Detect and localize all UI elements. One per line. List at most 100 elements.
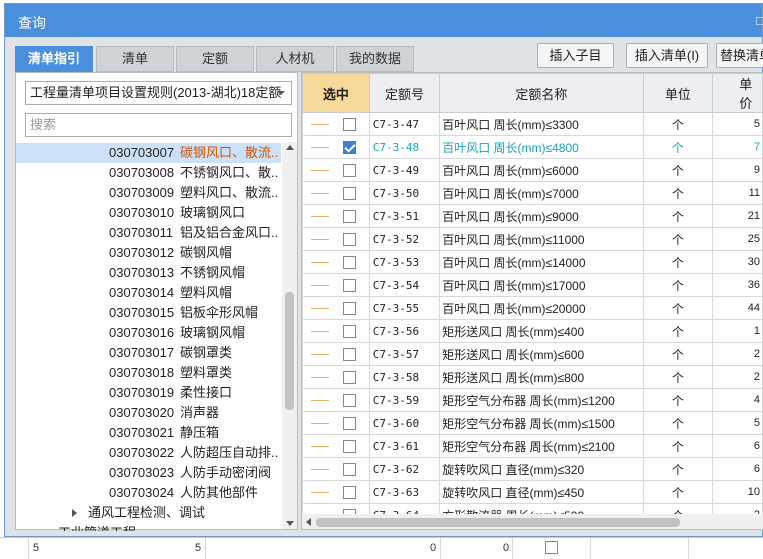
bg-checkbox[interactable] xyxy=(545,541,558,554)
select-cell[interactable] xyxy=(329,135,370,159)
scroll-up-icon[interactable] xyxy=(286,145,294,150)
tab-quota[interactable]: 定额 xyxy=(176,46,254,72)
select-cell[interactable] xyxy=(329,112,370,136)
insert-list-button[interactable]: 插入清单(I) xyxy=(626,43,708,68)
select-cell[interactable] xyxy=(329,411,370,435)
select-checkbox[interactable] xyxy=(342,302,356,316)
tree-item[interactable]: 030703010 玻璃钢风口 xyxy=(16,203,281,223)
title-bar[interactable]: 查询 □ xyxy=(5,4,763,37)
select-cell[interactable] xyxy=(329,181,370,205)
table-row[interactable]: C7-3-50 百叶风口 周长(mm)≤7000 个 11 xyxy=(302,181,763,205)
replace-list-button[interactable]: 替换清单 xyxy=(716,43,763,68)
select-checkbox[interactable] xyxy=(342,348,356,362)
search-input[interactable]: 搜索 xyxy=(25,113,292,137)
tab-list[interactable]: 清单 xyxy=(96,46,174,72)
tab-list-guide[interactable]: 清单指引 xyxy=(15,46,93,72)
tree-scrollbar[interactable] xyxy=(282,142,297,529)
select-cell[interactable] xyxy=(329,342,370,366)
header-select[interactable]: 选中 xyxy=(302,73,370,113)
tree-item[interactable]: 030703007 碳钢风口、散流... xyxy=(16,143,281,163)
tab-my-data[interactable]: 我的数据 xyxy=(336,46,414,72)
tree-item[interactable]: 030703013 不锈钢风帽 xyxy=(16,263,281,283)
rule-select[interactable]: 工程量清单项目设置规则(2013-湖北)18定额 xyxy=(25,81,292,105)
tab-labor-material[interactable]: 人材机 xyxy=(256,46,334,72)
select-cell[interactable] xyxy=(329,273,370,297)
table-row[interactable]: C7-3-58 矩形送风口 周长(mm)≤800 个 2 xyxy=(302,365,763,389)
table-hscrollbar[interactable] xyxy=(302,514,763,529)
table-row[interactable]: C7-3-53 百叶风口 周长(mm)≤14000 个 30 xyxy=(302,250,763,274)
table-row[interactable]: C7-3-48 百叶风口 周长(mm)≤4800 个 7 xyxy=(302,135,763,159)
select-checkbox[interactable] xyxy=(342,233,356,247)
quota-unit: 个 xyxy=(642,181,714,205)
table-row[interactable]: C7-3-49 百叶风口 周长(mm)≤6000 个 9 xyxy=(302,158,763,182)
header-unit[interactable]: 单位 xyxy=(642,73,714,113)
select-checkbox[interactable] xyxy=(342,164,356,178)
tree-item[interactable]: 030703018 塑料罩类 xyxy=(16,363,281,383)
insert-child-button[interactable]: 插入子目 xyxy=(537,43,614,68)
select-checkbox[interactable] xyxy=(342,394,356,408)
table-row[interactable]: C7-3-47 百叶风口 周长(mm)≤3300 个 5 xyxy=(302,112,763,136)
select-checkbox[interactable] xyxy=(342,187,356,201)
table-row[interactable]: C7-3-57 矩形送风口 周长(mm)≤600 个 2 xyxy=(302,342,763,366)
maximize-icon[interactable]: □ xyxy=(756,13,763,28)
table-row[interactable]: C7-3-54 百叶风口 周长(mm)≤17000 个 36 xyxy=(302,273,763,297)
expand-arrow-icon[interactable] xyxy=(72,509,77,517)
tree-item[interactable]: 030703015 铝板伞形风帽 xyxy=(16,303,281,323)
header-price[interactable]: 单价 xyxy=(712,73,763,113)
select-checkbox[interactable] xyxy=(342,141,356,155)
select-checkbox[interactable] xyxy=(342,463,356,477)
tree-item[interactable]: 030703024 人防其他部件 xyxy=(16,483,281,503)
header-name[interactable]: 定额名称 xyxy=(439,73,644,113)
select-checkbox[interactable] xyxy=(342,210,356,224)
select-checkbox[interactable] xyxy=(342,118,356,132)
select-cell[interactable] xyxy=(329,227,370,251)
select-checkbox[interactable] xyxy=(342,440,356,454)
select-checkbox[interactable] xyxy=(342,325,356,339)
header-code[interactable]: 定额号 xyxy=(368,73,441,113)
select-checkbox[interactable] xyxy=(342,371,356,385)
table-row[interactable]: C7-3-62 旋转吹风口 直径(mm)≤320 个 6 xyxy=(302,457,763,481)
table-row[interactable]: C7-3-61 矩形空气分布器 周长(mm)≤2100 个 6 xyxy=(302,434,763,458)
select-cell[interactable] xyxy=(329,250,370,274)
table-row[interactable]: C7-3-52 百叶风口 周长(mm)≤11000 个 25 xyxy=(302,227,763,251)
chevron-down-icon[interactable] xyxy=(277,91,285,95)
select-checkbox[interactable] xyxy=(342,417,356,431)
select-checkbox[interactable] xyxy=(342,256,356,270)
tree-item[interactable]: 030703012 碳钢风帽 xyxy=(16,243,281,263)
scroll-thumb[interactable] xyxy=(285,292,294,410)
select-cell[interactable] xyxy=(329,296,370,320)
hscroll-thumb[interactable] xyxy=(316,518,680,527)
select-cell[interactable] xyxy=(329,388,370,412)
tree-item[interactable]: 030703020 消声器 xyxy=(16,403,281,423)
tree-item[interactable]: 030703023 人防手动密闭阀 xyxy=(16,463,281,483)
tree-item[interactable]: 030703009 塑料风口、散流... xyxy=(16,183,281,203)
select-cell[interactable] xyxy=(329,457,370,481)
table-row[interactable]: C7-3-55 百叶风口 周长(mm)≤20000 个 44 xyxy=(302,296,763,320)
quota-name: 矩形空气分布器 周长(mm)≤1500 xyxy=(439,411,644,435)
table-row[interactable]: C7-3-59 矩形空气分布器 周长(mm)≤1200 个 4 xyxy=(302,388,763,412)
table-row[interactable]: C7-3-51 百叶风口 周长(mm)≤9000 个 21 xyxy=(302,204,763,228)
tree-item[interactable]: 030703008 不锈钢风口、散... xyxy=(16,163,281,183)
select-cell[interactable] xyxy=(329,204,370,228)
tree-item[interactable]: 030703014 塑料风帽 xyxy=(16,283,281,303)
tree-item-parent[interactable]: 通风工程检测、调试 xyxy=(16,503,281,523)
tree-item-parent[interactable]: 工业管道工程 xyxy=(16,523,281,531)
select-cell[interactable] xyxy=(329,480,370,504)
select-checkbox[interactable] xyxy=(342,486,356,500)
table-row[interactable]: C7-3-60 矩形空气分布器 周长(mm)≤1500 个 5 xyxy=(302,411,763,435)
select-cell[interactable] xyxy=(329,158,370,182)
select-cell[interactable] xyxy=(329,434,370,458)
scroll-left-icon[interactable] xyxy=(306,518,311,526)
select-checkbox[interactable] xyxy=(342,279,356,293)
scroll-down-icon[interactable] xyxy=(286,521,294,526)
tree-item[interactable]: 030703017 碳钢罩类 xyxy=(16,343,281,363)
tree-item[interactable]: 030703022 人防超压自动排... xyxy=(16,443,281,463)
table-row[interactable]: C7-3-56 矩形送风口 周长(mm)≤400 个 1 xyxy=(302,319,763,343)
tree-item[interactable]: 030703016 玻璃钢风帽 xyxy=(16,323,281,343)
select-cell[interactable] xyxy=(329,365,370,389)
table-row[interactable]: C7-3-63 旋转吹风口 直径(mm)≤450 个 10 xyxy=(302,480,763,504)
tree-item[interactable]: 030703011 铝及铝合金风口... xyxy=(16,223,281,243)
tree-item[interactable]: 030703019 柔性接口 xyxy=(16,383,281,403)
tree-item[interactable]: 030703021 静压箱 xyxy=(16,423,281,443)
select-cell[interactable] xyxy=(329,319,370,343)
